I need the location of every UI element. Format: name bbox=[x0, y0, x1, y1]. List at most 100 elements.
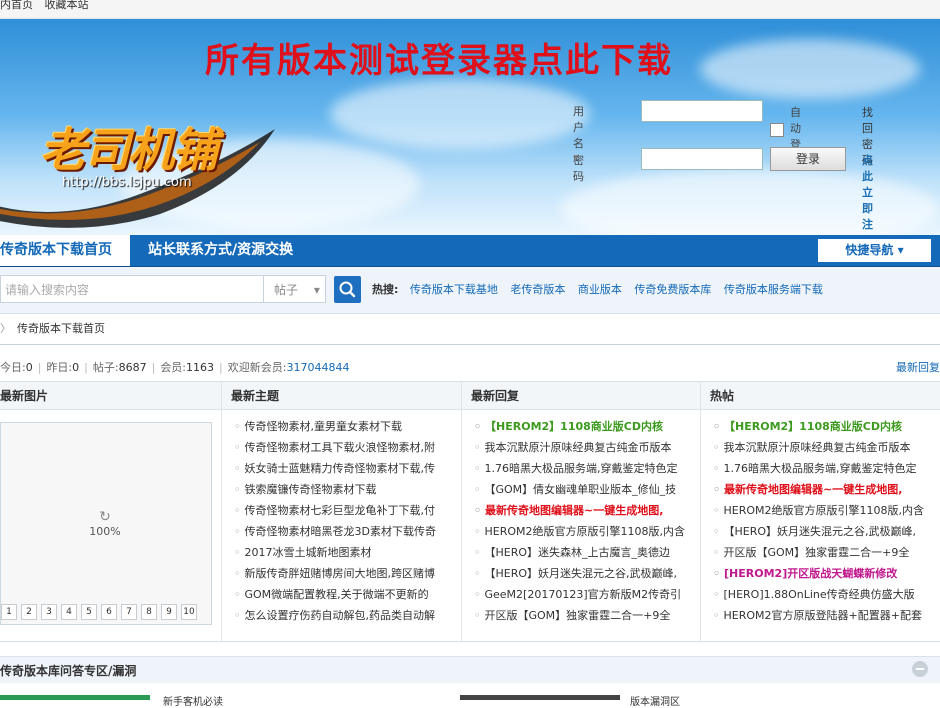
breadcrumb-current[interactable]: 传奇版本下载首页 bbox=[17, 322, 105, 335]
page-button[interactable]: 9 bbox=[161, 604, 177, 620]
login-button[interactable]: 登录 bbox=[770, 147, 846, 171]
list-item[interactable]: ◦ 1.76暗黑大极品服务端,穿戴鉴定特色定 bbox=[474, 458, 701, 479]
list-item[interactable]: ◦ 妖女骑士蓝魅精力传奇怪物素材下载,传 bbox=[234, 458, 462, 479]
hot-list: ◦ 【HEROM2】1108商业版CD内核 ◦ 我本沉默原汁原味经典复古纯金币版本 ◦ 1… bbox=[701, 410, 940, 626]
chevron-down-icon: ▾ bbox=[313, 283, 320, 297]
latest-reply-link[interactable]: 最新回复 bbox=[896, 359, 940, 375]
list-item[interactable]: ◦ 我本沉默原汁原味经典复古纯金币版本 bbox=[713, 437, 940, 458]
list-item[interactable]: ◦ 传奇怪物素材,童男童女素材下载 bbox=[234, 416, 462, 437]
page-button[interactable]: 8 bbox=[141, 604, 157, 620]
page-button[interactable]: 1 bbox=[1, 604, 17, 620]
list-item[interactable]: ◦ GeeM2[20170123]官方新版M2传奇引 bbox=[474, 584, 701, 605]
list-item[interactable]: ◦ 【HEROM2】1108商业版CD内核 bbox=[713, 416, 940, 437]
collapse-icon[interactable] bbox=[912, 661, 928, 677]
page-button[interactable]: 7 bbox=[121, 604, 137, 620]
list-item[interactable]: ◦ [HERO]1.88OnLine传奇经典仿盛大版 bbox=[713, 584, 940, 605]
page-button[interactable]: 10 bbox=[181, 604, 197, 620]
hot-link[interactable]: 传奇版本下载基地 bbox=[410, 283, 498, 296]
hot-link[interactable]: 传奇版本服务端下载 bbox=[724, 283, 823, 296]
list-item-text: 【HERO】妖月迷失混元之谷,武极巅峰, bbox=[484, 567, 678, 580]
password-input[interactable] bbox=[641, 148, 763, 170]
list-item[interactable]: ◦ HEROM2官方原版登陆器+配置器+配套 bbox=[713, 605, 940, 626]
list-item[interactable]: ◦ 【HEROM2】1108商业版CD内核 bbox=[474, 416, 701, 437]
favorite-link[interactable]: 收藏本站 bbox=[45, 0, 89, 11]
list-item-text: 1.76暗黑大极品服务端,穿戴鉴定特色定 bbox=[484, 462, 678, 475]
username-input[interactable] bbox=[641, 100, 763, 122]
list-item-text: 开区版【GOM】独家雷霆二合一+9全 bbox=[484, 609, 671, 622]
auto-login-checkbox[interactable] bbox=[770, 123, 784, 137]
list-item[interactable]: ◦ 【GOM】倩女幽魂单职业版本_修仙_技 bbox=[474, 479, 701, 500]
list-item[interactable]: ◦ 【HERO】妖月迷失混元之谷,武极巅峰, bbox=[474, 563, 701, 584]
download-banner-link[interactable]: 所有版本测试登录器点此下载 bbox=[205, 33, 673, 82]
list-item[interactable]: ◦ 新版传奇胖妞赌博房间大地图,跨区赌博 bbox=[234, 563, 462, 584]
list-item[interactable]: ◦ 2017冰雪土城新地图素材 bbox=[234, 542, 462, 563]
hot-link[interactable]: 传奇免费版本库 bbox=[634, 283, 711, 296]
bullet-icon: ◦ bbox=[474, 462, 481, 475]
list-item[interactable]: ◦ 传奇怪物素材工具下载火浪怪物素材,附 bbox=[234, 437, 462, 458]
caret-down-icon: ▾ bbox=[897, 243, 904, 257]
list-item[interactable]: ◦ 传奇怪物素材暗黑苍龙3D素材下载传奇 bbox=[234, 521, 462, 542]
top-bar: 内首页 收藏本站 bbox=[0, 0, 940, 19]
bullet-icon: ◦ bbox=[713, 504, 720, 517]
tab-contact[interactable]: 站长联系方式/资源交换 bbox=[148, 235, 293, 266]
bullet-icon: ◦ bbox=[474, 504, 482, 517]
hot-link[interactable]: 老传奇版本 bbox=[510, 283, 565, 296]
hot-link[interactable]: 商业版本 bbox=[578, 283, 622, 296]
breadcrumb-separator-icon: 〉 bbox=[0, 322, 11, 335]
bullet-icon: ◦ bbox=[234, 588, 241, 601]
list-item[interactable]: ◦ HEROM2绝版官方原版引擎1108版,内含 bbox=[713, 500, 940, 521]
page-button[interactable]: 3 bbox=[41, 604, 57, 620]
list-item[interactable]: ◦ 铁索魔镰传奇怪物素材下载 bbox=[234, 479, 462, 500]
list-item-text: 我本沉默原汁原味经典复古纯金币版本 bbox=[484, 441, 672, 454]
list-item[interactable]: ◦ 传奇怪物素材七彩巨型龙龟补丁下载,付 bbox=[234, 500, 462, 521]
qa-section-header: 传奇版本库问答专区/漏洞 bbox=[0, 656, 940, 683]
section-thumbnail[interactable] bbox=[0, 695, 150, 700]
register-link[interactable]: 点此立即注册 bbox=[862, 152, 873, 235]
list-item[interactable]: ◦ 最新传奇地图编辑器~一键生成地图, bbox=[474, 500, 701, 521]
section-thumbnail[interactable] bbox=[460, 695, 620, 700]
list-item-text: 【HERO】妖月迷失混元之谷,武极巅峰, bbox=[723, 525, 917, 538]
tab-home[interactable]: 传奇版本下载首页 bbox=[0, 235, 130, 266]
list-item[interactable]: ◦ GOM微端配置教程,关于微端不更新的 bbox=[234, 584, 462, 605]
hot-column: 热帖 ◦ 【HEROM2】1108商业版CD内核 ◦ 我本沉默原汁原味经典复古纯金币版… bbox=[700, 382, 940, 641]
search-input[interactable]: 请输入搜索内容 bbox=[0, 275, 264, 303]
section-title[interactable]: 传奇版本库问答专区/漏洞 bbox=[0, 662, 136, 679]
list-item-text: 我本沉默原汁原味经典复古纯金币版本 bbox=[723, 441, 911, 454]
list-item[interactable]: ◦ 开区版【GOM】独家雷霆二合一+9全 bbox=[474, 605, 701, 626]
list-item[interactable]: ◦ 【HERO】迷失森林_上古魔言_奥德边 bbox=[474, 542, 701, 563]
forum-stats: 今日:0 | 昨日:0 | 帖子:8687 | 会员:1163 | 欢迎新会员:31704484… bbox=[0, 361, 350, 374]
quick-nav-button[interactable]: 快捷导航 ▾ bbox=[818, 239, 931, 262]
page-button[interactable]: 2 bbox=[21, 604, 37, 620]
section-link[interactable]: 新手客机必读 bbox=[163, 693, 223, 708]
stat-posts: 8687 bbox=[118, 361, 147, 374]
list-item[interactable]: ◦ 怎么设置疗伤药自动解包,药品类自动解 bbox=[234, 605, 462, 626]
password-label: 密码 bbox=[573, 154, 584, 183]
section-link[interactable]: 版本漏洞区 bbox=[630, 693, 680, 708]
page-button[interactable]: 6 bbox=[101, 604, 117, 620]
search-type-select[interactable]: 帖子 ▾ bbox=[264, 275, 326, 303]
stat-label: 欢迎新会员: bbox=[227, 361, 287, 374]
column-title: 最新回复 bbox=[462, 382, 701, 410]
image-slideshow[interactable]: ↻ 100% 1 2 3 4 5 6 7 8 9 10 bbox=[0, 422, 212, 625]
cloud-decoration bbox=[700, 39, 920, 99]
bullet-icon: ◦ bbox=[713, 441, 720, 454]
site-logo[interactable]: 老司机铺 bbox=[40, 114, 218, 180]
search-icon bbox=[339, 281, 356, 298]
page-button[interactable]: 5 bbox=[81, 604, 97, 620]
new-member-link[interactable]: 317044844 bbox=[286, 361, 349, 374]
list-item[interactable]: ◦ [HEROM2]开区版战天蝴蝶新修改 bbox=[713, 563, 940, 584]
bullet-icon: ◦ bbox=[713, 609, 720, 622]
list-item-text: 怎么设置疗伤药自动解包,药品类自动解 bbox=[244, 609, 436, 622]
reply-list: ◦ 【HEROM2】1108商业版CD内核 ◦ 我本沉默原汁原味经典复古纯金币版本 ◦ 1… bbox=[462, 410, 701, 626]
home-link[interactable]: 内首页 bbox=[0, 0, 33, 11]
list-item[interactable]: ◦ 开区版【GOM】独家雷霆二合一+9全 bbox=[713, 542, 940, 563]
page-button[interactable]: 4 bbox=[61, 604, 77, 620]
bullet-icon: ◦ bbox=[474, 525, 481, 538]
list-item[interactable]: ◦ 最新传奇地图编辑器~一键生成地图, bbox=[713, 479, 940, 500]
list-item[interactable]: ◦ 【HERO】妖月迷失混元之谷,武极巅峰, bbox=[713, 521, 940, 542]
list-item[interactable]: ◦ 我本沉默原汁原味经典复古纯金币版本 bbox=[474, 437, 701, 458]
list-item[interactable]: ◦ 1.76暗黑大极品服务端,穿戴鉴定特色定 bbox=[713, 458, 940, 479]
search-button[interactable] bbox=[334, 276, 361, 303]
bullet-icon: ◦ bbox=[234, 504, 241, 517]
list-item[interactable]: ◦ HEROM2绝版官方原版引擎1108版,内含 bbox=[474, 521, 701, 542]
